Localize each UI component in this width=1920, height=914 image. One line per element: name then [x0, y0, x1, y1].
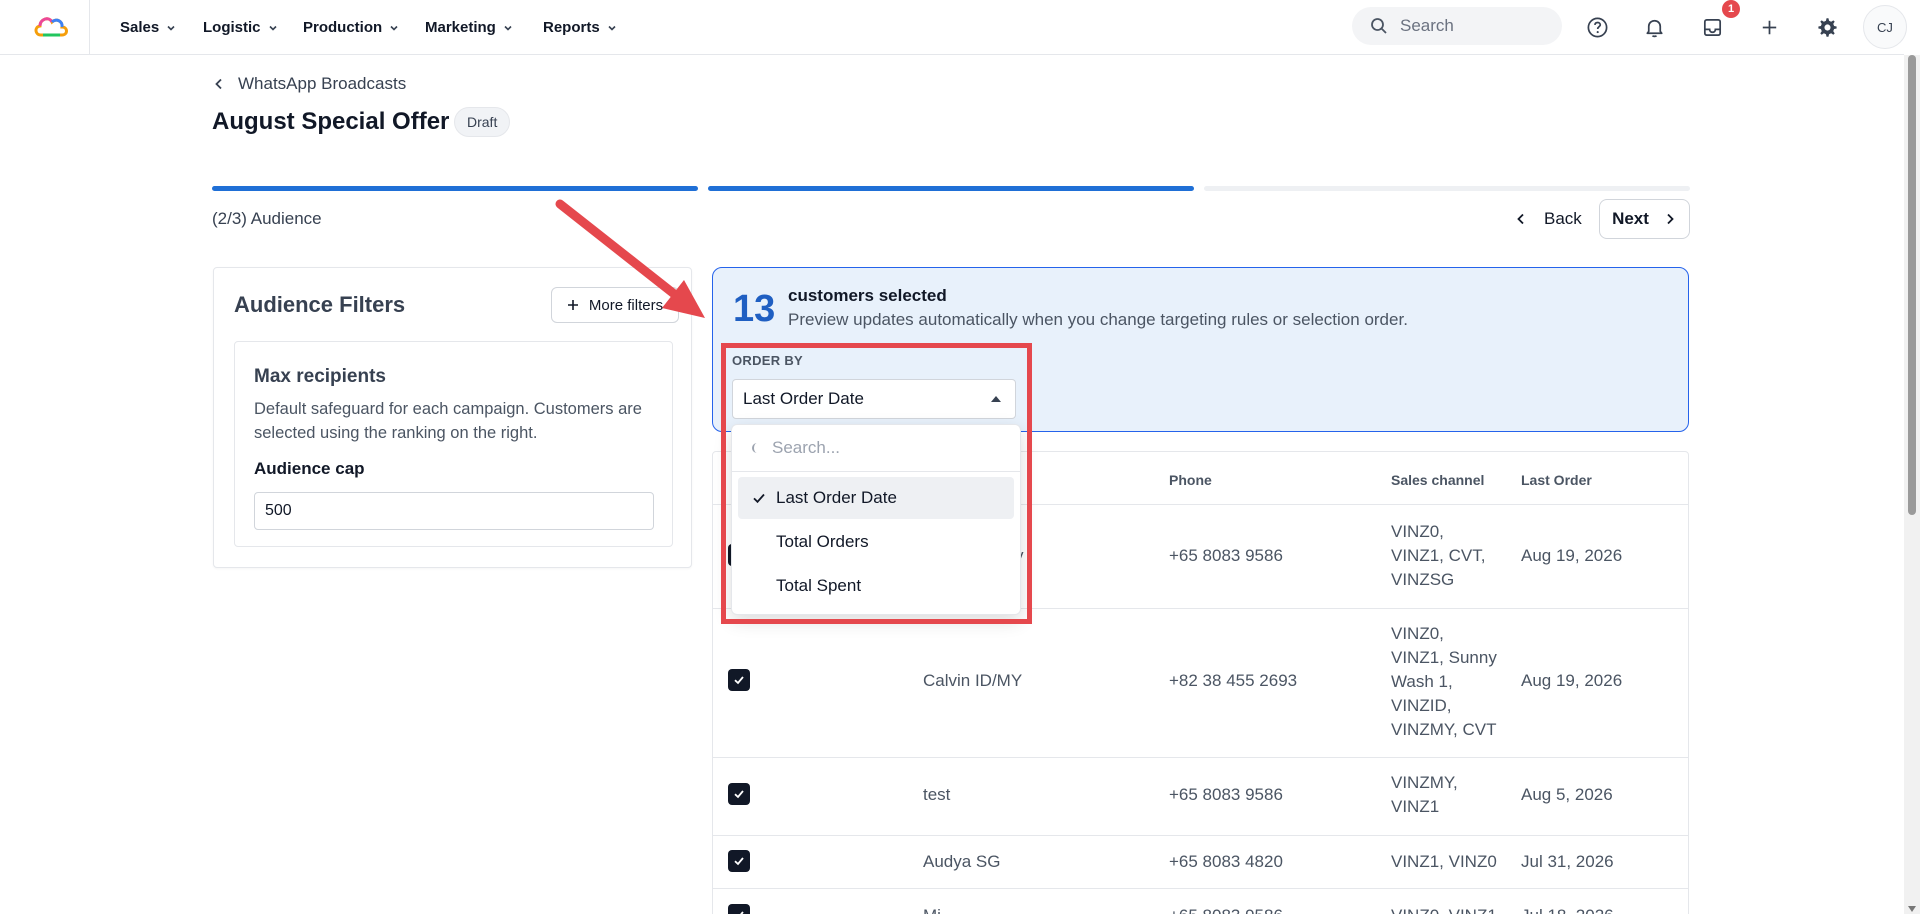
row-4-channel: VINZ1, VINZ0: [1391, 852, 1497, 871]
annotation-highlight-box: [721, 343, 1032, 624]
add-button[interactable]: [1754, 12, 1784, 42]
search-placeholder: Search: [1400, 16, 1454, 35]
progress-step-1: [212, 186, 698, 191]
more-filters-button[interactable]: More filters: [551, 287, 679, 323]
nav-sales-label: Sales: [120, 19, 160, 36]
nav-reports-label: Reports: [543, 19, 600, 36]
row-3-channel: VINZMY, VINZ1: [1391, 773, 1458, 816]
chevron-down-icon: [390, 25, 398, 31]
settings-button[interactable]: [1812, 12, 1842, 42]
chevron-down-icon: [504, 25, 512, 31]
row-divider: [713, 835, 1688, 836]
audience-filters-card: Audience Filters More filters Max recipi…: [213, 267, 692, 568]
check-icon: [734, 857, 744, 866]
row-5-name: Mi...: [923, 904, 955, 914]
next-button[interactable]: Next: [1599, 199, 1690, 239]
row-5-channel: VINZ0, VINZ1: [1391, 904, 1497, 914]
plus-icon: [567, 300, 578, 310]
chevron-down-icon: [167, 25, 175, 31]
breadcrumb[interactable]: WhatsApp Broadcasts: [212, 74, 406, 94]
more-filters-label: More filters: [588, 296, 664, 314]
help-button[interactable]: [1582, 12, 1612, 42]
row-2-last-order: Aug 19, 2026: [1521, 671, 1623, 690]
page-title: August Special Offer: [212, 108, 450, 135]
step-label: (2/3) Audience: [212, 209, 322, 228]
top-navbar: Sales Logistic Production Marketing Repo…: [0, 0, 1907, 55]
nav-logistic[interactable]: Logistic: [203, 0, 279, 55]
max-recipients-title: Max recipients: [254, 366, 386, 387]
row-1-channel: VINZ0, VINZ1, CVT, VINZSG: [1391, 522, 1486, 589]
next-button-label: Next: [1612, 209, 1649, 228]
row-4-name: Audya SG: [923, 852, 1001, 871]
inbox-button[interactable]: [1697, 12, 1727, 42]
selected-subtext: Preview updates automatically when you c…: [788, 310, 1408, 329]
row-3-phone: +65 8083 9586: [1169, 785, 1283, 804]
progress-step-3: [1204, 186, 1690, 191]
chevron-left-icon: [1517, 213, 1524, 225]
chevron-down-icon: [268, 25, 277, 31]
selected-count: 13: [733, 288, 776, 330]
audience-cap-label: Audience cap: [254, 459, 365, 478]
chevron-left-icon: [215, 78, 222, 90]
nav-production[interactable]: Production: [303, 0, 400, 55]
row-5-last-order: Jul 18, 2026: [1521, 904, 1614, 914]
status-badge: Draft: [454, 107, 511, 137]
filters-title: Audience Filters: [234, 292, 406, 317]
nav-production-label: Production: [303, 19, 383, 36]
inbox-icon: [1703, 18, 1721, 36]
nav-logistic-label: Logistic: [203, 19, 261, 36]
row-2-channel: VINZ0, VINZ1, Sunny Wash 1, VINZID, VINZ…: [1391, 624, 1497, 739]
back-button-label: Back: [1544, 209, 1582, 228]
user-avatar[interactable]: CJ: [1863, 5, 1907, 49]
audience-cap-input[interactable]: 500: [254, 492, 654, 530]
row-3-last-order: Aug 5, 2026: [1521, 785, 1613, 804]
column-header-last-order[interactable]: Last Order: [1521, 472, 1592, 488]
check-icon: [740, 911, 744, 914]
scroll-down-arrow-icon[interactable]: [1908, 906, 1916, 912]
row-2-phone: +82 38 455 2693: [1169, 671, 1298, 690]
logo-divider: [89, 0, 90, 55]
column-header-phone[interactable]: Phone: [1169, 472, 1212, 488]
progress-step-2: [708, 186, 1194, 191]
row-checkbox[interactable]: [728, 783, 750, 805]
row-checkbox[interactable]: [728, 850, 750, 872]
nav-sales[interactable]: Sales: [120, 0, 177, 55]
row-2-name: Calvin ID/MY: [923, 671, 1023, 690]
column-header-sales-channel[interactable]: Sales channel: [1391, 472, 1484, 488]
row-divider: [713, 888, 1688, 889]
row-checkbox[interactable]: [728, 904, 750, 914]
inbox-count-badge: 1: [1722, 0, 1740, 18]
page-scrollbar[interactable]: [1904, 55, 1920, 914]
avatar-initials: CJ: [1877, 19, 1893, 35]
breadcrumb-label: WhatsApp Broadcasts: [238, 74, 407, 93]
row-5-phone: +65 8083 9586: [1169, 904, 1283, 914]
scrollbar-thumb[interactable]: [1908, 55, 1916, 515]
chevron-right-icon: [1667, 213, 1674, 225]
bell-icon: [1645, 19, 1663, 37]
selected-heading: customers selected: [788, 286, 947, 305]
check-icon: [734, 790, 744, 799]
plus-icon: [1762, 20, 1776, 34]
cloud-logo-icon[interactable]: [32, 11, 70, 41]
check-icon: [734, 676, 744, 685]
row-4-last-order: Jul 31, 2026: [1521, 852, 1614, 871]
nav-marketing-label: Marketing: [425, 19, 496, 36]
max-recipients-card: Max recipients Default safeguard for eac…: [234, 341, 673, 547]
help-circle-icon: [1587, 17, 1607, 37]
row-divider: [713, 757, 1688, 758]
chevron-down-icon: [608, 25, 616, 31]
row-3-name: test: [923, 785, 951, 804]
back-button[interactable]: Back: [1500, 199, 1596, 239]
global-search[interactable]: Search: [1352, 7, 1562, 45]
row-4-phone: +65 8083 4820: [1169, 852, 1283, 871]
nav-marketing[interactable]: Marketing: [425, 0, 514, 55]
gear-icon: [1817, 17, 1837, 37]
row-1-phone: +65 8083 9586: [1169, 546, 1283, 565]
max-recipients-description: Default safeguard for each campaign. Cus…: [254, 400, 642, 442]
row-checkbox[interactable]: [728, 669, 750, 691]
nav-reports[interactable]: Reports: [543, 0, 618, 55]
search-icon: [1371, 18, 1387, 34]
row-1-last-order: Aug 19, 2026: [1521, 546, 1623, 565]
notifications-button[interactable]: [1639, 12, 1669, 42]
